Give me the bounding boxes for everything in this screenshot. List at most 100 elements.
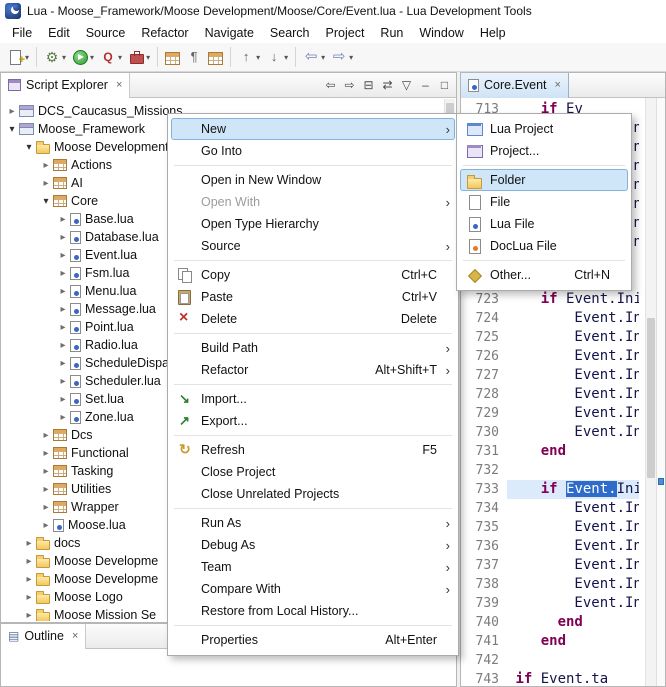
close-icon[interactable]: × [555,79,561,91]
run-button[interactable]: ▾ [69,45,97,69]
new-submenu-item-project[interactable]: Project... [460,140,628,162]
expand-arrow-icon[interactable]: ▸ [40,448,52,459]
code-line[interactable]: 738 Event.IniGroupName [461,575,645,594]
context-menu-item-delete[interactable]: DeleteDelete [171,308,455,330]
annotation-marker[interactable] [658,478,664,485]
expand-arrow-icon[interactable]: ▸ [57,268,69,279]
context-menu-item-paste[interactable]: PasteCtrl+V [171,286,455,308]
context-menu-item-open-type-hierarchy[interactable]: Open Type Hierarchy [171,213,455,235]
expand-arrow-icon[interactable]: ▸ [23,556,35,567]
context-menu-item-source[interactable]: Source› [171,235,455,257]
context-menu-item-refactor[interactable]: RefactorAlt+Shift+T› [171,359,455,381]
link-with-editor-icon[interactable]: ⇄ [378,76,397,94]
code-line[interactable]: 741 end [461,632,645,651]
code-line[interactable]: 735 Event.IniUnitName [461,518,645,537]
context-menu-item-properties[interactable]: PropertiesAlt+Enter [171,629,455,651]
collapse-all-icon[interactable]: ⊟ [359,76,378,94]
expand-arrow-icon[interactable]: ▸ [40,178,52,189]
code-line[interactable]: 724 Event.IniDCSUnitName [461,309,645,328]
previous-annotation-button[interactable]: ▾ [235,45,263,69]
menu-run[interactable]: Run [372,24,411,42]
tab-outline[interactable]: ▤ Outline × [1,624,86,649]
expand-arrow-icon[interactable]: ▸ [23,538,35,549]
expand-arrow-icon[interactable]: ▸ [40,466,52,477]
expand-arrow-icon[interactable]: ▸ [57,358,69,369]
new-submenu-item-doclua-file[interactable]: DocLua File [460,235,628,257]
expand-arrow-icon[interactable]: ▸ [40,430,52,441]
expand-arrow-icon[interactable]: ▸ [57,250,69,261]
context-menu-item-copy[interactable]: CopyCtrl+C [171,264,455,286]
context-menu-item-restore-from-local-history[interactable]: Restore from Local History... [171,600,455,622]
maximize-icon[interactable]: □ [435,76,454,94]
expand-arrow-icon[interactable]: ▸ [23,574,35,585]
code-line[interactable]: 731 end [461,442,645,461]
next-annotation-button[interactable]: ▾ [263,45,291,69]
code-line[interactable]: 726 Event.IniUnit [461,347,645,366]
code-line[interactable]: 736 Event.IniUnit [461,537,645,556]
expand-arrow-icon[interactable]: ▸ [40,484,52,495]
menu-search[interactable]: Search [262,24,318,42]
forward-icon[interactable]: ⇨ [340,76,359,94]
expand-arrow-icon[interactable]: ▸ [40,160,52,171]
context-menu-item-new[interactable]: New› [171,118,455,140]
show-whitespace-button[interactable] [183,45,205,69]
context-menu-item-close-unrelated-projects[interactable]: Close Unrelated Projects [171,483,455,505]
forward-history-button[interactable]: ▾ [328,45,356,69]
back-history-button[interactable]: ▾ [300,45,328,69]
menu-window[interactable]: Window [411,24,471,42]
code-line[interactable]: 742 [461,651,645,670]
back-icon[interactable]: ⇦ [321,76,340,94]
code-line[interactable]: 728 Event.IniGroupName [461,385,645,404]
code-line[interactable]: 725 Event.IniUnitName [461,328,645,347]
code-line[interactable]: 723 if Event.IniObjectCategory [461,290,645,309]
expand-arrow-icon[interactable]: ▸ [57,376,69,387]
code-line[interactable]: 733 if Event.IniObjectCategory [461,480,645,499]
editor-scrollbar-thumb[interactable] [647,318,655,478]
code-line[interactable]: 734 Event.IniDCSUnitName [461,499,645,518]
context-menu-item-refresh[interactable]: RefreshF5 [171,439,455,461]
context-menu-item-export[interactable]: Export... [171,410,455,432]
expand-arrow-icon[interactable]: ▸ [57,322,69,333]
code-line[interactable]: 727 Event.IniDCSGroupName [461,366,645,385]
code-line[interactable]: 729 Event.IniGroup [461,404,645,423]
code-line[interactable]: 730 Event.IniPlayerName [461,423,645,442]
expand-arrow-icon[interactable]: ▸ [57,412,69,423]
debug-button[interactable]: ▾ [41,45,69,69]
collapse-arrow-icon[interactable]: ▾ [40,196,52,207]
new-submenu-item-lua-file[interactable]: Lua File [460,213,628,235]
code-line[interactable]: 732 [461,461,645,480]
expand-arrow-icon[interactable]: ▸ [40,502,52,513]
code-line[interactable]: 737 Event.IniDCSGroupName [461,556,645,575]
close-icon[interactable]: × [72,630,78,642]
coverage-button[interactable]: ▾ [97,45,125,69]
collapse-arrow-icon[interactable]: ▾ [23,142,35,153]
code-line[interactable]: 740 end [461,613,645,632]
close-icon[interactable]: × [116,79,122,91]
context-menu-item-import[interactable]: Import... [171,388,455,410]
code-line[interactable]: 739 Event.IniGroup [461,594,645,613]
menu-help[interactable]: Help [472,24,514,42]
context-menu-item-debug-as[interactable]: Debug As› [171,534,455,556]
tab-script-explorer[interactable]: Script Explorer × [1,73,130,98]
menu-file[interactable]: File [4,24,40,42]
context-menu-item-go-into[interactable]: Go Into [171,140,455,162]
context-menu-item-close-project[interactable]: Close Project [171,461,455,483]
menu-refactor[interactable]: Refactor [133,24,196,42]
new-wizard-button[interactable]: ▾ [4,45,32,69]
tab-core-event[interactable]: Core.Event × [461,73,569,98]
editor-scrollbar[interactable] [645,98,656,686]
new-submenu-item-file[interactable]: File [460,191,628,213]
minimize-icon[interactable]: – [416,76,435,94]
expand-arrow-icon[interactable]: ▸ [57,286,69,297]
context-menu-item-build-path[interactable]: Build Path› [171,337,455,359]
menu-navigate[interactable]: Navigate [197,24,262,42]
expand-arrow-icon[interactable]: ▸ [57,304,69,315]
table-view-1-button[interactable] [162,45,183,69]
expand-arrow-icon[interactable]: ▸ [57,232,69,243]
new-submenu-item-folder[interactable]: Folder [460,169,628,191]
expand-arrow-icon[interactable]: ▸ [23,592,35,603]
new-submenu-item-other[interactable]: Other...Ctrl+N [460,264,628,286]
expand-arrow-icon[interactable]: ▸ [6,106,18,117]
expand-arrow-icon[interactable]: ▸ [57,340,69,351]
expand-arrow-icon[interactable]: ▸ [23,610,35,621]
